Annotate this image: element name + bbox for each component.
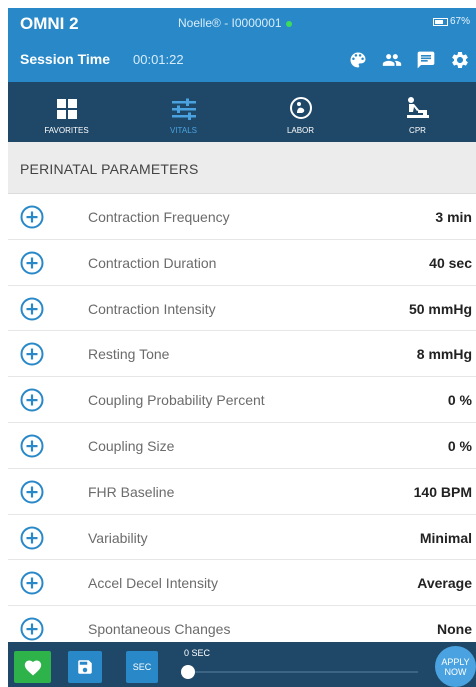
add-circle-icon[interactable]: [20, 526, 44, 550]
grid-icon: [56, 99, 77, 119]
parameter-label: Contraction Intensity: [88, 300, 216, 317]
battery-icon: [432, 17, 448, 26]
palette-icon: [350, 52, 366, 68]
apply-label: APPLY: [441, 656, 470, 667]
tab-cpr-label: CPR: [409, 126, 426, 135]
people-icon: [382, 54, 402, 66]
device-name: Noelle® - I0000001: [178, 16, 282, 30]
parameter-list: Contraction Frequency 3 min Contraction Du…: [8, 194, 476, 642]
transition-time-slider[interactable]: [188, 671, 418, 673]
parameter-row[interactable]: FHR Baseline 140 BPM: [8, 469, 476, 515]
parameter-row[interactable]: Contraction Duration 40 sec: [8, 240, 476, 286]
parameter-row[interactable]: Accel Decel Intensity Average: [8, 560, 476, 607]
tab-labor[interactable]: LABOR: [242, 82, 359, 142]
app-window: OMNI 2 Noelle® - I0000001 67% Session Ti…: [8, 8, 476, 687]
tab-labor-label: LABOR: [286, 126, 315, 135]
favorite-button[interactable]: [14, 651, 51, 683]
bottom-toolbar: SEC 0 SEC APPLY NOW: [8, 642, 476, 687]
seconds-button[interactable]: SEC: [126, 651, 158, 683]
save-icon: [78, 660, 92, 674]
gear-icon: [452, 51, 468, 68]
add-circle-icon[interactable]: [20, 571, 44, 595]
labor-icon: [289, 97, 312, 119]
add-circle-icon[interactable]: [20, 434, 44, 458]
chat-list-icon: [417, 51, 435, 69]
tab-vitals[interactable]: VITALS: [125, 82, 242, 142]
parameter-label: Contraction Duration: [88, 254, 217, 271]
app-header: OMNI 2 Noelle® - I0000001 67% Session Ti…: [8, 8, 476, 82]
parameter-value[interactable]: 140 BPM: [414, 484, 472, 500]
add-circle-icon[interactable]: [20, 617, 44, 641]
add-circle-icon[interactable]: [20, 251, 44, 275]
app-title: OMNI 2: [20, 14, 79, 33]
people-button[interactable]: [380, 48, 404, 72]
parameter-row[interactable]: Resting Tone 8 mmHg: [8, 331, 476, 378]
add-circle-icon[interactable]: [20, 297, 44, 321]
parameter-label: Spontaneous Changes: [88, 621, 231, 638]
parameter-value[interactable]: 40 sec: [429, 255, 472, 271]
parameter-label: FHR Baseline: [88, 483, 175, 500]
parameter-label: Coupling Size: [88, 437, 175, 454]
parameter-row[interactable]: Contraction Frequency 3 min: [8, 194, 476, 240]
tab-vitals-label: VITALS: [170, 126, 197, 135]
battery-indicator: 67%: [432, 16, 470, 27]
parameter-label: Resting Tone: [88, 346, 170, 363]
parameter-value[interactable]: Average: [417, 575, 472, 591]
parameter-label: Contraction Frequency: [88, 209, 230, 225]
add-circle-icon[interactable]: [20, 388, 44, 412]
now-label: NOW: [444, 666, 467, 677]
parameter-value[interactable]: 3 min: [435, 209, 472, 225]
parameter-row[interactable]: Spontaneous Changes None: [8, 606, 476, 642]
parameter-row[interactable]: Contraction Intensity 50 mmHg: [8, 286, 476, 332]
header-toolbar: [346, 48, 472, 72]
parameter-label: Accel Decel Intensity: [88, 575, 218, 592]
add-circle-icon[interactable]: [20, 205, 44, 229]
parameter-label: Coupling Probability Percent: [88, 392, 265, 409]
session-time-value: 00:01:22: [133, 52, 184, 67]
apply-now-button[interactable]: APPLY NOW: [435, 646, 476, 687]
session-time-label: Session Time: [20, 51, 111, 67]
slider-thumb[interactable]: [181, 665, 195, 679]
parameter-value[interactable]: None: [437, 621, 472, 637]
parameter-value[interactable]: 50 mmHg: [409, 301, 472, 317]
parameter-value[interactable]: 0 %: [448, 438, 472, 454]
device-indicator: Noelle® - I0000001: [178, 16, 292, 30]
add-circle-icon[interactable]: [20, 342, 44, 366]
tab-favorites-label: FAVORITES: [44, 126, 89, 135]
save-button[interactable]: [68, 651, 102, 683]
parameter-label: Variability: [88, 529, 148, 546]
palette-button[interactable]: [346, 48, 370, 72]
sliders-icon: [171, 98, 196, 120]
add-circle-icon[interactable]: [20, 480, 44, 504]
notes-button[interactable]: [414, 48, 438, 72]
parameter-row[interactable]: Coupling Probability Percent 0 %: [8, 377, 476, 423]
parameter-row[interactable]: Coupling Size 0 %: [8, 423, 476, 469]
transition-time-label: 0 SEC: [184, 648, 211, 658]
cpr-icon: [406, 97, 429, 118]
connection-status-icon: [285, 20, 292, 27]
main-nav: FAVORITES VITALS LABOR CPR: [8, 82, 476, 142]
settings-button[interactable]: [448, 48, 472, 72]
parameter-value[interactable]: 8 mmHg: [417, 346, 472, 362]
battery-level: 67%: [449, 16, 470, 27]
parameter-value[interactable]: Minimal: [420, 530, 472, 546]
section-title: PERINATAL PARAMETERS: [20, 161, 199, 177]
tab-favorites[interactable]: FAVORITES: [8, 82, 125, 142]
parameter-value[interactable]: 0 %: [448, 392, 472, 408]
section-header: PERINATAL PARAMETERS: [8, 142, 476, 194]
tab-cpr[interactable]: CPR: [359, 82, 476, 142]
parameter-row[interactable]: Variability Minimal: [8, 515, 476, 561]
heart-icon: [24, 660, 41, 676]
